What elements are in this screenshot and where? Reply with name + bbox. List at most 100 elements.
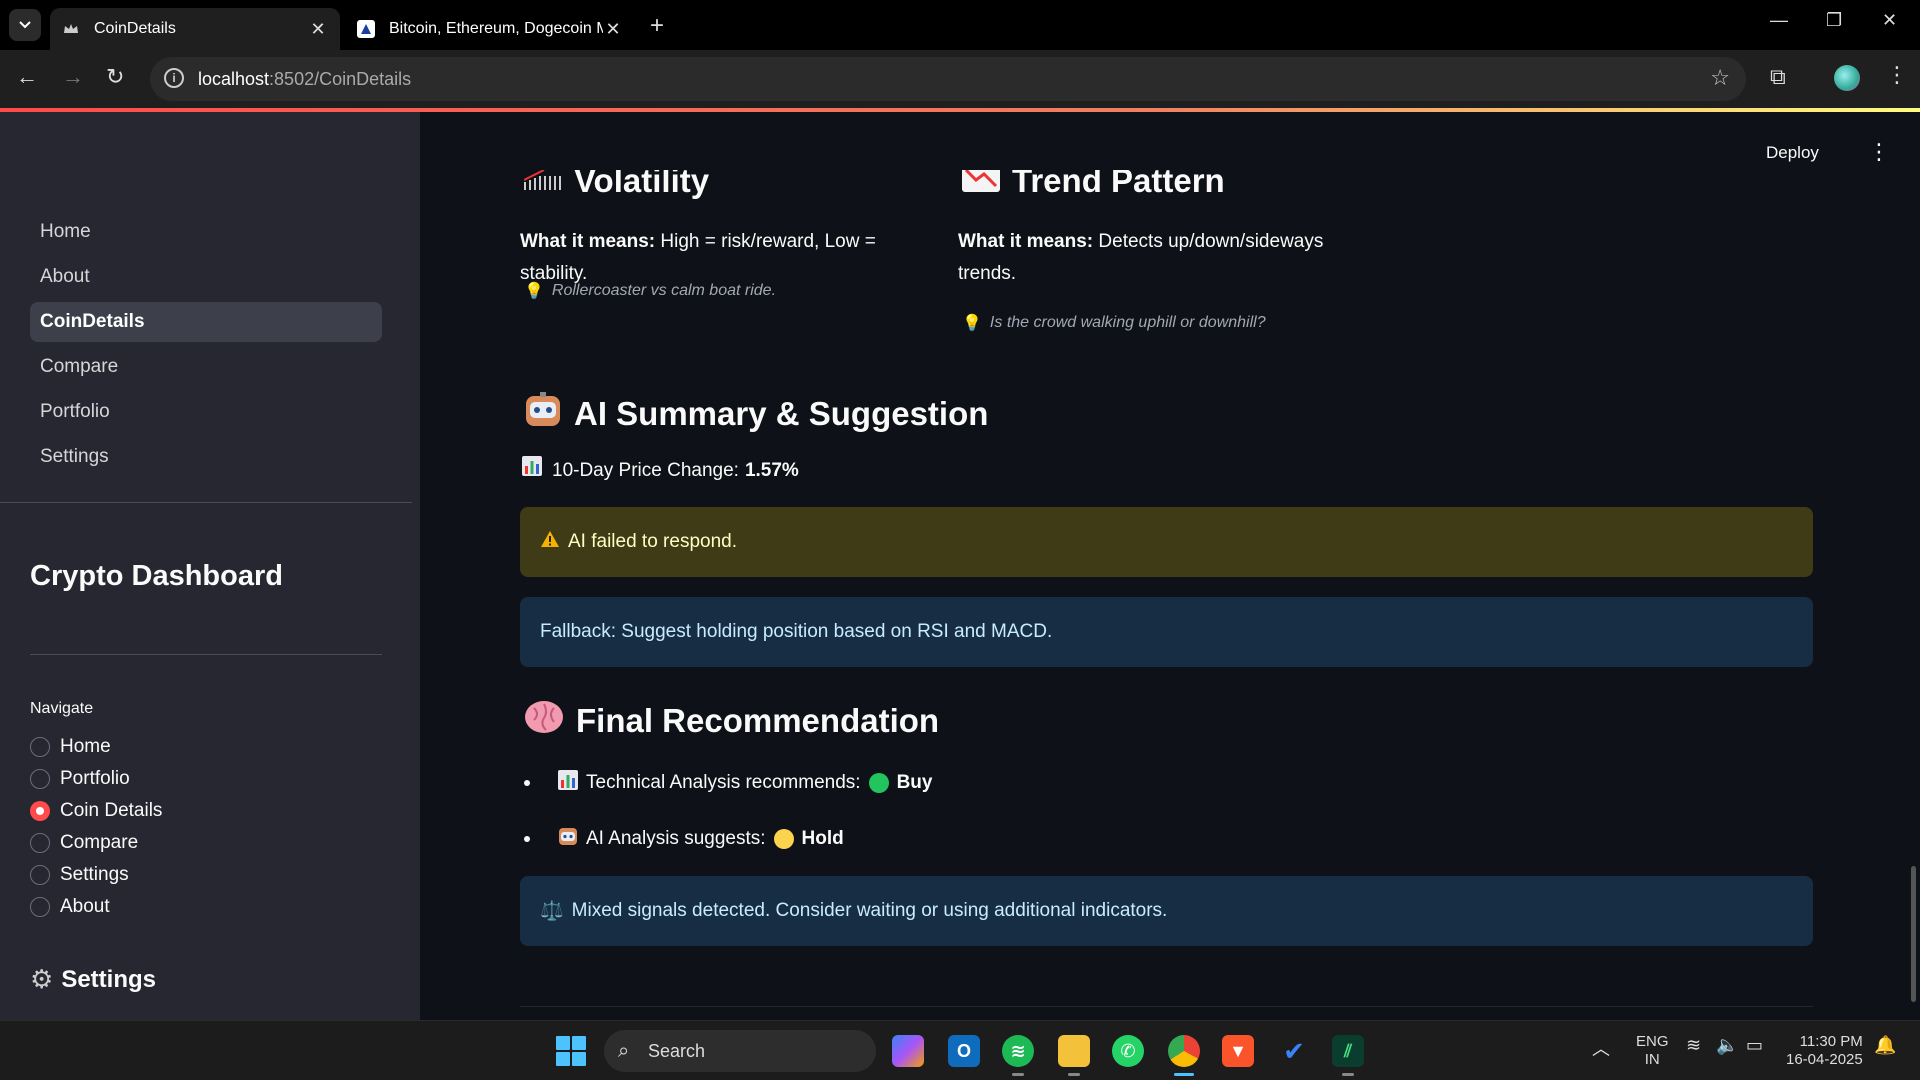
chart-bars-icon [523,170,562,198]
sidebar-page-home[interactable]: Home [30,212,382,252]
wifi-icon[interactable]: ≋ [1686,1035,1701,1056]
radio-dot[interactable] [30,865,50,885]
trend-heading-text: Trend Pattern [1012,170,1225,199]
volume-icon[interactable]: 🔈 [1716,1035,1738,1056]
windows-start-icon[interactable] [556,1036,586,1066]
outlook-icon[interactable]: O [948,1035,980,1067]
sidebar-page-settings[interactable]: Settings [30,437,382,477]
clock-date: 16-04-2025 [1786,1051,1863,1068]
profile-avatar[interactable] [1834,65,1860,91]
browser-toolbar: ← → ↻ i localhost:8502/CoinDetails ☆ [0,50,1920,108]
lightbulb-icon: 💡 [524,283,544,300]
browser-menu-icon[interactable]: ⋮ [1886,62,1908,88]
volatility-heading-text: Volatility [574,170,710,199]
language-indicator[interactable]: ENG IN [1636,1033,1669,1069]
radio-dot-selected[interactable] [30,801,50,821]
radio-label: Compare [60,832,139,853]
tab-search-button[interactable] [9,9,41,41]
close-tab-icon[interactable]: ✕ [603,19,623,40]
radio-dot[interactable] [30,833,50,853]
bullet-dot [524,836,530,842]
site-info-icon[interactable]: i [164,68,184,88]
brave-icon[interactable]: ▼ [1222,1035,1254,1067]
minimize-icon[interactable]: — [1770,10,1788,31]
running-indicator [1342,1073,1354,1076]
radio-option-settings[interactable]: Settings [30,864,129,886]
gear-icon: ⚙ [30,964,54,994]
radio-dot[interactable] [30,897,50,917]
price-change-value: 1.57% [744,460,799,481]
lang-region: IN [1644,1051,1660,1068]
search-label: Search [648,1040,706,1061]
todo-checkmark-icon[interactable]: ✔ [1278,1035,1310,1067]
volatility-heading: Volatility [523,170,710,200]
notification-bell-icon[interactable]: 🔔 [1874,1035,1896,1056]
lang-code: ENG [1636,1033,1669,1050]
brain-icon [524,700,564,742]
tab-coindetails[interactable]: CoinDetails ✕ [50,8,340,50]
robot-icon [524,392,562,436]
robot-icon [558,826,578,852]
sidebar-page-about[interactable]: About [30,257,382,297]
file-explorer-icon[interactable] [1058,1035,1090,1067]
system-clock[interactable]: 11:30 PM 16-04-2025 [1786,1033,1863,1069]
new-tab-button[interactable]: + [650,12,664,40]
app-menu-icon[interactable]: ⋮ [1868,139,1890,165]
sidebar-page-coindetails[interactable]: CoinDetails [30,302,382,342]
close-window-icon[interactable]: ✕ [1882,10,1897,31]
deploy-button[interactable]: Deploy [1766,143,1819,163]
address-bar[interactable]: i localhost:8502/CoinDetails ☆ [150,57,1746,101]
tab-title: Bitcoin, Ethereum, Dogecoin M.. [389,20,603,37]
radio-label: Home [60,736,111,757]
ai-label: AI Analysis suggests: [586,828,766,849]
bookmark-star-icon[interactable]: ☆ [1710,65,1730,91]
clock-time: 11:30 PM [1799,1033,1863,1050]
spotify-icon[interactable]: ≋ [1002,1035,1034,1067]
radio-option-coin-details[interactable]: Coin Details [30,800,162,822]
warning-icon [540,530,560,554]
extensions-puzzle-icon[interactable]: ⧉ [1770,64,1786,90]
url-host: localhost [198,68,270,89]
fallback-info-alert: Fallback: Suggest holding position based… [520,597,1813,667]
whatsapp-icon[interactable]: ✆ [1112,1035,1144,1067]
streamlit-crown-icon [62,20,80,38]
taskbar-search[interactable]: ⌕ Search [604,1030,876,1072]
windows-taskbar: ⌕ Search O ≋ ✆ ▼ ✔ ⫽ ︿ ENG IN ≋ 🔈 ▭ 11:3… [0,1020,1920,1080]
running-indicator [1012,1073,1024,1076]
tab-coin-news[interactable]: Bitcoin, Ethereum, Dogecoin M.. ✕ [345,8,635,50]
chrome-icon[interactable] [1168,1035,1200,1067]
radio-option-compare[interactable]: Compare [30,832,138,854]
ai-summary-heading-text: AI Summary & Suggestion [574,395,989,432]
radio-label: About [60,896,110,917]
sidebar-page-portfolio[interactable]: Portfolio [30,392,382,432]
battery-icon[interactable]: ▭ [1746,1035,1763,1056]
trend-meaning: What it means: Detects up/down/sideways … [958,226,1358,290]
technical-value: Buy [896,772,933,793]
main-scrollbar[interactable] [1911,866,1916,1002]
restore-icon[interactable]: ❐ [1826,10,1842,31]
sidebar-page-compare[interactable]: Compare [30,347,382,387]
radio-option-about[interactable]: About [30,896,110,918]
final-heading-text: Final Recommendation [576,702,940,739]
trend-heading: Trend Pattern [962,170,1225,200]
radio-label: Portfolio [60,768,130,789]
fallback-text: Fallback: Suggest holding position based… [540,621,1053,642]
meaning-label: What it means: [520,231,656,252]
lightbulb-icon: 💡 [962,315,982,332]
copilot-icon[interactable] [892,1035,924,1067]
terminal-app-icon[interactable]: ⫽ [1332,1035,1364,1067]
close-tab-icon[interactable]: ✕ [308,19,328,40]
sidebar-nav-divider [0,502,412,503]
reload-icon[interactable]: ↻ [106,64,124,90]
forward-arrow-icon[interactable]: → [62,64,84,90]
radio-option-home[interactable]: Home [30,736,111,758]
radio-dot[interactable] [30,737,50,757]
final-recommendation-heading: Final Recommendation [524,700,939,742]
sidebar: Home About CoinDetails Compare Portfolio… [0,112,420,1020]
radio-dot[interactable] [30,769,50,789]
radio-option-portfolio[interactable]: Portfolio [30,768,130,790]
back-arrow-icon[interactable]: ← [16,64,38,90]
search-icon: ⌕ [618,1040,630,1062]
ai-summary-heading: AI Summary & Suggestion [524,392,988,436]
tray-chevron-up-icon[interactable]: ︿ [1592,1035,1610,1061]
